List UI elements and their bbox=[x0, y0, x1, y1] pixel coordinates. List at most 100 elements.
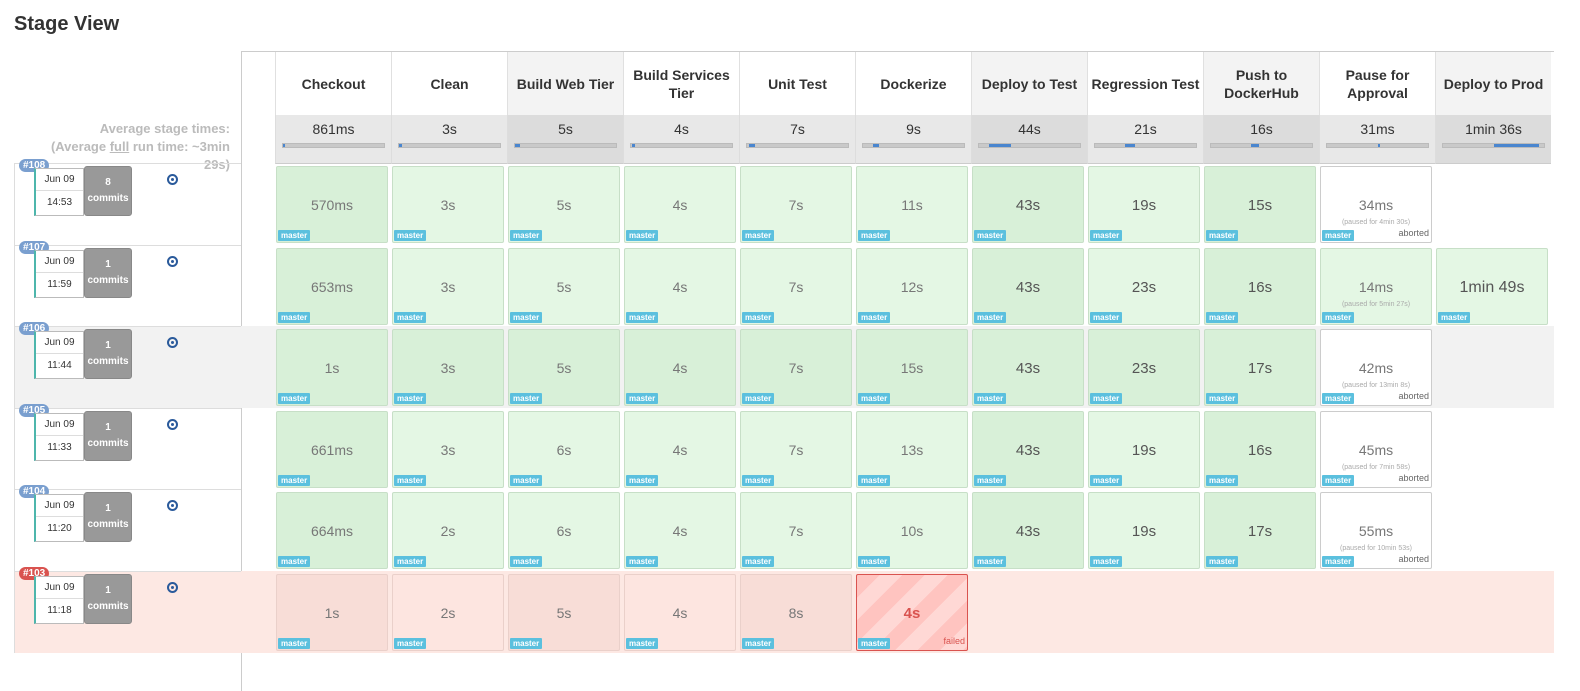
stage-cell[interactable]: 3s master bbox=[392, 166, 504, 243]
stage-cell[interactable]: 4s master bbox=[624, 247, 736, 325]
run-row: #106 Jun 09 11:44 1 commits 1s master 3s ma… bbox=[14, 322, 1554, 408]
branch-tag: master bbox=[278, 637, 311, 649]
stage-status: aborted bbox=[1398, 554, 1429, 564]
commits-button[interactable]: 1 commits bbox=[84, 329, 132, 379]
stage-cell[interactable]: 16s master bbox=[1204, 247, 1316, 325]
stage-cell[interactable]: 19s master bbox=[1088, 410, 1200, 488]
run-info-icon[interactable] bbox=[167, 418, 178, 430]
branch-tag: master bbox=[510, 556, 543, 567]
stage-cell[interactable]: 3s master bbox=[392, 329, 504, 406]
commits-button[interactable]: 8 commits bbox=[84, 166, 132, 216]
run-info: #103 Jun 09 11:18 1 commits bbox=[14, 566, 241, 653]
commits-button[interactable]: 1 commits bbox=[84, 492, 132, 542]
stage-cell[interactable]: 1s master bbox=[276, 573, 388, 651]
stage-cell[interactable]: 664ms master bbox=[276, 492, 388, 569]
stage-cell[interactable]: 5s master bbox=[508, 573, 620, 651]
stage-cell[interactable]: 13s master bbox=[856, 410, 968, 488]
stage-cell[interactable]: 23s master bbox=[1088, 247, 1200, 325]
run-info-icon[interactable] bbox=[167, 581, 178, 593]
stage-cell[interactable]: 43s master bbox=[972, 247, 1084, 325]
branch-tag: master bbox=[858, 393, 891, 404]
stage-cell[interactable]: 11s master bbox=[856, 166, 968, 243]
stage-cell[interactable]: 43s master bbox=[972, 166, 1084, 243]
stage-cell[interactable]: 2s master bbox=[392, 492, 504, 569]
stage-cell[interactable]: 34ms (paused for 4min 30s) master aborted bbox=[1320, 166, 1432, 243]
run-time: 11:20 bbox=[47, 523, 72, 534]
stage-cell[interactable]: 5s master bbox=[508, 166, 620, 243]
stage-cell[interactable]: 4s master bbox=[624, 573, 736, 651]
branch-tag: master bbox=[974, 230, 1007, 241]
stage-cell[interactable]: 1s master bbox=[276, 329, 388, 406]
stage-cell[interactable]: 23s master bbox=[1088, 329, 1200, 406]
stage-cell[interactable]: 10s master bbox=[856, 492, 968, 569]
stage-cell[interactable]: 3s master bbox=[392, 410, 504, 488]
stage-cell-empty bbox=[1436, 574, 1548, 651]
stage-cell[interactable]: 15s master bbox=[856, 329, 968, 406]
stage-cell[interactable]: 12s master bbox=[856, 247, 968, 325]
run-info-icon[interactable] bbox=[167, 255, 178, 267]
stage-cell[interactable]: 5s master bbox=[508, 329, 620, 406]
stage-cell[interactable]: 5s master bbox=[508, 247, 620, 325]
stage-cell[interactable]: 7s master bbox=[740, 410, 852, 488]
stage-cell[interactable]: 45ms (paused for 7min 58s) master aborted bbox=[1320, 410, 1432, 488]
stage-cell[interactable]: 42ms (paused for 13min 8s) master aborted bbox=[1320, 329, 1432, 406]
stage-cell[interactable]: 6s master bbox=[508, 492, 620, 569]
stage-cell[interactable]: 661ms master bbox=[276, 410, 388, 488]
stage-cell[interactable]: 15s master bbox=[1204, 166, 1316, 243]
stage-cell[interactable]: 19s master bbox=[1088, 166, 1200, 243]
branch-tag: master bbox=[626, 637, 659, 649]
run-date-box: Jun 09 11:18 bbox=[34, 575, 84, 624]
stage-cell[interactable]: 4s master failed bbox=[856, 573, 968, 651]
stage-duration: 43s bbox=[1015, 360, 1041, 377]
stage-cell[interactable]: 6s master bbox=[508, 410, 620, 488]
commits-button[interactable]: 1 commits bbox=[84, 247, 132, 298]
commits-button[interactable]: 1 commits bbox=[84, 573, 132, 624]
stage-duration: 15s bbox=[900, 360, 924, 376]
stage-average: 1min 36s bbox=[1435, 115, 1551, 164]
stage-cell[interactable]: 2s master bbox=[392, 573, 504, 651]
stage-header-build-web-tier: Build Web Tier bbox=[507, 52, 623, 115]
stage-cell[interactable]: 17s master bbox=[1204, 492, 1316, 569]
full-runtime-link[interactable]: full bbox=[110, 139, 130, 154]
run-info-icon[interactable] bbox=[167, 174, 178, 185]
stage-cell[interactable]: 17s master bbox=[1204, 329, 1316, 406]
stage-cell[interactable]: 570ms master bbox=[276, 166, 388, 243]
stage-cell[interactable]: 14ms (paused for 5min 27s) master bbox=[1320, 247, 1432, 325]
stage-cell[interactable]: 8s master bbox=[740, 573, 852, 651]
stage-cell[interactable]: 4s master bbox=[624, 329, 736, 406]
stage-cell[interactable]: 7s master bbox=[740, 492, 852, 569]
stage-duration: 34ms bbox=[1358, 197, 1394, 213]
stage-cell[interactable]: 7s master bbox=[740, 329, 852, 406]
stage-duration: 1s bbox=[324, 360, 340, 376]
stage-cell[interactable]: 4s master bbox=[624, 492, 736, 569]
stage-duration: 8s bbox=[788, 604, 804, 621]
run-date-box: Jun 09 11:59 bbox=[34, 249, 84, 298]
branch-tag: master bbox=[1090, 393, 1123, 404]
stage-duration: 16s bbox=[1247, 441, 1273, 459]
stage-cell[interactable]: 7s master bbox=[740, 247, 852, 325]
stage-cell[interactable]: 43s master bbox=[972, 410, 1084, 488]
stage-cell[interactable]: 43s master bbox=[972, 492, 1084, 569]
stage-cell[interactable]: 19s master bbox=[1088, 492, 1200, 569]
stage-cell[interactable]: 7s master bbox=[740, 166, 852, 243]
stage-average-bar bbox=[978, 143, 1081, 148]
stage-duration: 5s bbox=[556, 360, 572, 376]
run-info-icon[interactable] bbox=[167, 337, 178, 348]
stage-cell[interactable]: 43s master bbox=[972, 329, 1084, 406]
branch-tag: master bbox=[626, 474, 659, 486]
stage-average-bar bbox=[282, 143, 385, 148]
stage-cell[interactable]: 653ms master bbox=[276, 247, 388, 325]
run-info-icon[interactable] bbox=[167, 500, 178, 511]
commits-button[interactable]: 1 commits bbox=[84, 410, 132, 461]
stage-cell[interactable]: 16s master bbox=[1204, 410, 1316, 488]
stage-status: failed bbox=[943, 635, 965, 646]
stage-cell[interactable]: 1min 49s master bbox=[1436, 247, 1548, 325]
stage-cell[interactable]: 3s master bbox=[392, 247, 504, 325]
stage-cell[interactable]: 4s master bbox=[624, 410, 736, 488]
stage-cell[interactable]: 4s master bbox=[624, 166, 736, 243]
stage-average-row: 861ms 3s 5s 4s 7s 9s 44s 21s 16s 31ms 1min 36s bbox=[242, 115, 1554, 164]
branch-tag: master bbox=[858, 230, 891, 241]
pause-note: (paused for 4min 30s) bbox=[1341, 219, 1411, 226]
stage-cell[interactable]: 55ms (paused for 10min 53s) master aborted bbox=[1320, 492, 1432, 569]
branch-tag: master bbox=[510, 474, 543, 486]
